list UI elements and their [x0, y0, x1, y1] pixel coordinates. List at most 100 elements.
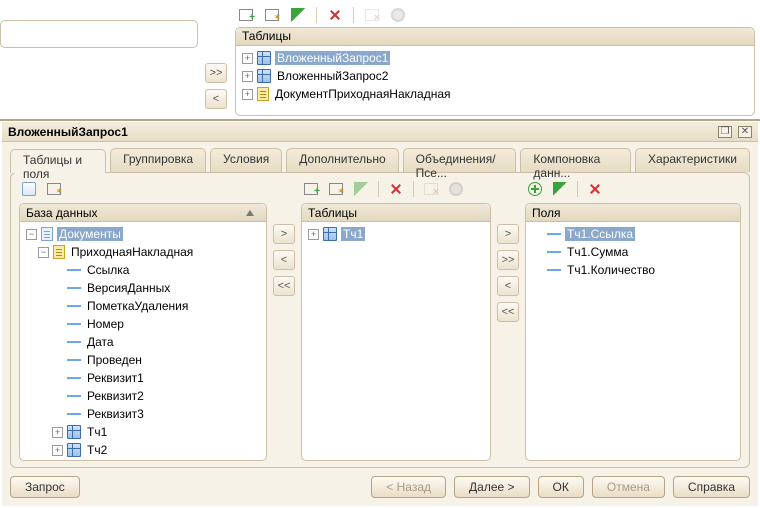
tab-1[interactable]: Группировка — [110, 148, 206, 172]
dialog-title-bar: ВложенныйЗапрос1 ❐ ✕ — [2, 122, 758, 142]
tree-row-label: ДокументПриходнаяНакладная — [273, 87, 453, 101]
database-panel-header[interactable]: База данных — [20, 204, 266, 222]
edit-table-button[interactable] — [288, 5, 308, 25]
settings-button[interactable] — [446, 179, 466, 199]
tab-3[interactable]: Дополнительно — [286, 148, 398, 172]
move-left-all-button[interactable]: << — [273, 276, 295, 296]
move-right-all-button[interactable]: >> — [205, 63, 227, 83]
add-nested-table-button[interactable] — [262, 5, 282, 25]
next-button[interactable]: Далее > — [454, 476, 530, 498]
fields-panel-header[interactable]: Поля — [526, 204, 740, 222]
ok-button[interactable]: ОК — [538, 476, 584, 498]
tables-panel-header[interactable]: Таблицы — [302, 204, 490, 222]
tree-row[interactable]: Тч1.Ссылка — [530, 225, 736, 243]
back-button[interactable]: < Назад — [371, 476, 446, 498]
tables-list[interactable]: +Тч1 — [302, 222, 490, 460]
tab-2[interactable]: Условия — [210, 148, 282, 172]
document-icon — [41, 227, 53, 241]
tree-expander[interactable]: + — [242, 53, 253, 64]
tables-to-fields-move: > >> < << — [497, 179, 519, 461]
add-nested-icon — [265, 9, 279, 21]
tree-row[interactable]: +Тч1 — [24, 423, 262, 441]
tree-row[interactable]: ВерсияДанных — [24, 279, 262, 297]
tree-row[interactable]: Реквизит2 — [24, 387, 262, 405]
fields-toolbar — [525, 179, 741, 199]
tree-row[interactable]: − ПриходнаяНакладная — [24, 243, 262, 261]
db-view-button[interactable] — [19, 179, 39, 199]
tree-row[interactable]: Ссылка — [24, 261, 262, 279]
top-left-empty-panel — [0, 20, 198, 48]
add-nested-table-button[interactable] — [326, 179, 346, 199]
delete-icon — [328, 8, 342, 22]
tree-row[interactable]: Тч1.Сумма — [530, 243, 736, 261]
query-button[interactable]: Запрос — [10, 476, 80, 498]
tree-row[interactable]: + Тч2 — [24, 441, 262, 459]
tree-row[interactable]: +ВложенныйЗапрос2 — [240, 67, 750, 85]
add-field-button[interactable] — [525, 179, 545, 199]
tree-row[interactable]: Тч1.Количество — [530, 261, 736, 279]
tree-row-label: Реквизит2 — [85, 389, 146, 403]
tree-row[interactable]: +Тч1 — [306, 225, 486, 243]
tree-row[interactable]: Дата — [24, 333, 262, 351]
tree-row[interactable]: + ДокументПриходнаяНакладная — [240, 85, 750, 103]
tree-row-label: Тч1.Количество — [565, 263, 657, 277]
tree-row[interactable]: ПометкаУдаления — [24, 297, 262, 315]
edit-field-button[interactable] — [550, 179, 570, 199]
tree-expander[interactable]: − — [26, 229, 37, 240]
close-button[interactable]: ✕ — [738, 126, 752, 138]
top-area: >> < Таблицы +ВложенныйЗапрос1+Вложенный… — [0, 0, 760, 121]
field-icon — [67, 305, 81, 311]
gears-icon — [449, 182, 463, 196]
delete-table-button[interactable] — [325, 5, 345, 25]
tree-row-label: Реквизит1 — [85, 371, 146, 385]
delete-table-button[interactable] — [386, 179, 406, 199]
tree-row-label: ПометкаУдаления — [85, 299, 190, 313]
tree-row[interactable]: Реквизит3 — [24, 405, 262, 423]
tree-row[interactable]: Номер — [24, 315, 262, 333]
cancel-button[interactable]: Отмена — [592, 476, 665, 498]
tree-expander[interactable]: + — [242, 89, 253, 100]
tree-row[interactable]: Проведен — [24, 351, 262, 369]
settings-button[interactable] — [388, 5, 408, 25]
pencil-icon — [291, 8, 305, 22]
move-right-all-button[interactable]: >> — [497, 250, 519, 270]
tree-row[interactable]: +ВложенныйЗапрос1 — [240, 49, 750, 67]
tree-expander[interactable]: + — [52, 445, 63, 456]
tree-row[interactable]: −Документы — [24, 225, 262, 243]
tab-0[interactable]: Таблицы и поля — [10, 149, 106, 173]
tree-row-label: Дата — [85, 335, 116, 349]
delete-row-icon — [365, 9, 379, 21]
edit-table-button[interactable] — [351, 179, 371, 199]
add-table-button[interactable] — [301, 179, 321, 199]
help-button[interactable]: Справка — [673, 476, 750, 498]
tree-row-label: Тч2 — [85, 443, 109, 457]
remove-row-button[interactable] — [362, 5, 382, 25]
tree-expander[interactable]: + — [308, 229, 319, 240]
tree-row[interactable]: Реквизит1 — [24, 369, 262, 387]
move-right-button[interactable]: > — [497, 224, 519, 244]
maximize-button[interactable]: ❐ — [718, 126, 732, 138]
field-icon — [547, 269, 561, 275]
tab-6[interactable]: Характеристики — [635, 148, 750, 172]
table-icon — [67, 443, 81, 457]
remove-row-button[interactable] — [421, 179, 441, 199]
move-left-button[interactable]: < — [497, 276, 519, 296]
tab-5[interactable]: Компоновка данн... — [520, 148, 631, 172]
sort-up-icon — [246, 210, 254, 216]
tree-expander[interactable]: + — [52, 427, 63, 438]
db-refresh-button[interactable] — [44, 179, 64, 199]
tree-expander[interactable]: − — [38, 247, 49, 258]
database-tree[interactable]: −Документы−ПриходнаяНакладнаяСсылкаВерси… — [20, 222, 266, 460]
fields-list[interactable]: Тч1.СсылкаТч1.Сумма Тч1.Количество — [526, 222, 740, 460]
move-left-button[interactable]: < — [205, 89, 227, 109]
pencil-icon — [553, 182, 567, 196]
move-right-button[interactable]: > — [273, 224, 295, 244]
tree-expander[interactable]: + — [242, 71, 253, 82]
top-tables-body[interactable]: +ВложенныйЗапрос1+ВложенныйЗапрос2+Докум… — [236, 46, 754, 115]
move-left-button[interactable]: < — [273, 250, 295, 270]
tab-4[interactable]: Объединения/Псе... — [403, 148, 517, 172]
tree-row-label: ПриходнаяНакладная — [69, 245, 195, 259]
add-table-button[interactable] — [236, 5, 256, 25]
move-left-all-button[interactable]: << — [497, 302, 519, 322]
delete-field-button[interactable] — [585, 179, 605, 199]
